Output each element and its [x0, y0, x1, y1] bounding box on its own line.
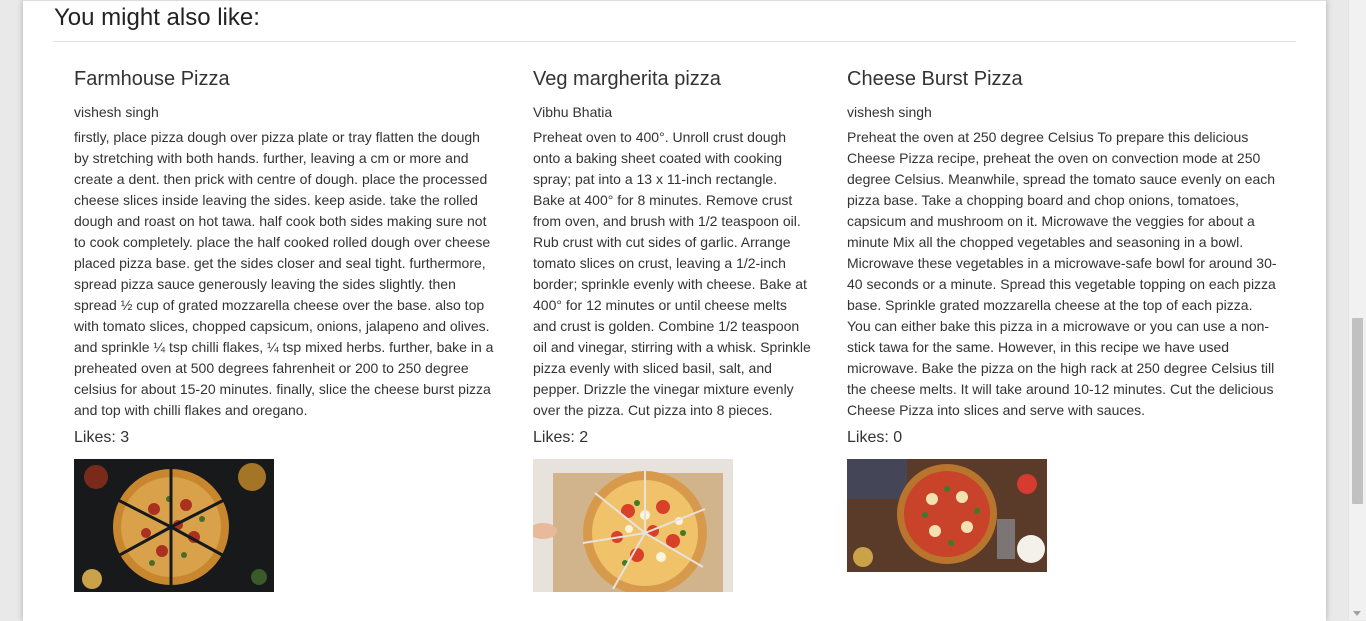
likes-count: 2 — [579, 429, 589, 446]
recipe-likes: Likes: 3 — [74, 427, 496, 449]
recipe-author: vishesh singh — [74, 104, 159, 120]
pizza-photo-dark — [74, 459, 274, 592]
recipe-image[interactable] — [533, 459, 733, 592]
recipe-card: Veg margherita pizza Vibhu Bhatia Prehea… — [533, 65, 811, 592]
recipe-likes: Likes: 2 — [533, 427, 811, 449]
recipe-title[interactable]: Cheese Burst Pizza — [847, 65, 1279, 93]
recipe-description: firstly, place pizza dough over pizza pl… — [74, 129, 494, 418]
recipe-description: Preheat the oven at 250 degree Celsius T… — [847, 129, 1277, 418]
likes-label: Likes: — [74, 429, 116, 446]
recipe-description: Preheat oven to 400°. Unroll crust dough… — [533, 129, 811, 418]
recipe-card: Cheese Burst Pizza vishesh singh Preheat… — [847, 65, 1279, 572]
likes-label: Likes: — [847, 429, 889, 446]
section-divider — [53, 41, 1296, 42]
recipe-author: vishesh singh — [847, 104, 932, 120]
recipe-title[interactable]: Farmhouse Pizza — [74, 65, 496, 93]
section-title: You might also like: — [54, 4, 260, 31]
page-panel: You might also like: Farmhouse Pizza vis… — [23, 0, 1326, 621]
recipe-likes: Likes: 0 — [847, 427, 1279, 449]
recipe-title[interactable]: Veg margherita pizza — [533, 65, 811, 93]
pizza-photo-light — [533, 459, 733, 592]
recipe-card: Farmhouse Pizza vishesh singh firstly, p… — [74, 65, 496, 592]
vertical-scrollbar[interactable] — [1348, 0, 1366, 620]
recipe-image[interactable] — [74, 459, 274, 592]
scroll-down-arrow-icon[interactable] — [1353, 611, 1361, 616]
scrollbar-thumb[interactable] — [1352, 318, 1363, 504]
likes-count: 0 — [893, 429, 903, 446]
pizza-photo-table — [847, 459, 1047, 572]
recipe-author: Vibhu Bhatia — [533, 104, 613, 120]
recipe-image[interactable] — [847, 459, 1047, 572]
likes-label: Likes: — [533, 429, 575, 446]
likes-count: 3 — [120, 429, 130, 446]
